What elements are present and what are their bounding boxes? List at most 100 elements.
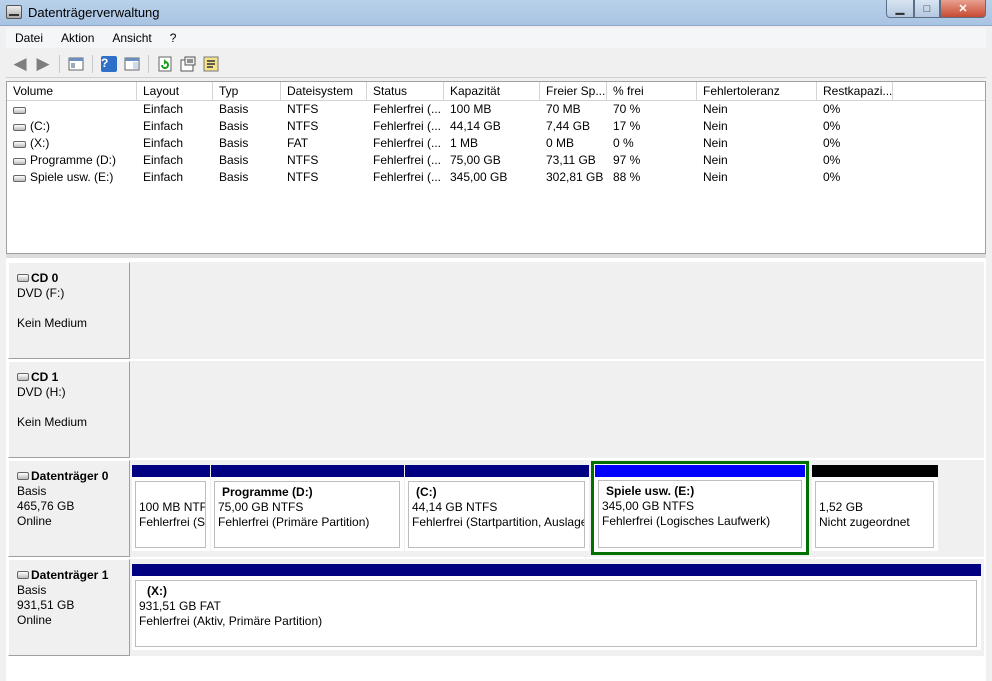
- partition-info: (C:) 44,14 GB NTFS Fehlerfrei (Startpart…: [408, 481, 585, 548]
- col-prozent-frei[interactable]: % frei: [607, 82, 697, 101]
- cell-prozent-frei: 17 %: [613, 119, 641, 133]
- disk-media-state: Kein Medium: [17, 415, 88, 429]
- col-dateisystem[interactable]: Dateisystem: [281, 82, 367, 101]
- partition-size: 931,51 GB FAT: [139, 599, 221, 613]
- volume-label: (X:): [30, 136, 50, 150]
- minimize-button[interactable]: ▁: [886, 0, 914, 18]
- partition-status: Fehlerfrei (Logisches Laufwerk): [602, 514, 771, 528]
- disk-label-cd0[interactable]: CD 0 DVD (F:) Kein Medium: [8, 262, 130, 359]
- disk-cd1[interactable]: CD 1 DVD (H:) Kein Medium: [8, 361, 984, 458]
- disk-name: Datenträger 0: [31, 469, 109, 483]
- menu-help[interactable]: ?: [161, 31, 186, 45]
- cell-volume: (C:): [7, 118, 137, 135]
- partition-name: [139, 485, 205, 500]
- cell-fehlertoleranz: Nein: [703, 102, 728, 116]
- partition-bar: [132, 465, 210, 477]
- partition-unallocated[interactable]: 1,52 GB Nicht zugeordnet: [812, 465, 938, 551]
- col-fehlertoleranz[interactable]: Fehlertoleranz: [697, 82, 817, 101]
- disk-name: CD 1: [31, 370, 59, 384]
- disk-graphical-view: CD 0 DVD (F:) Kein Medium CD 1 DVD (H:) …: [6, 258, 986, 681]
- cell-volume: Spiele usw. (E:): [7, 169, 137, 186]
- forward-arrow-icon[interactable]: ▶: [33, 54, 53, 74]
- col-status[interactable]: Status: [367, 82, 444, 101]
- disk-0[interactable]: Datenträger 0 Basis 465,76 GB Online 100…: [8, 460, 984, 557]
- cell-fehlertoleranz: Nein: [703, 153, 728, 167]
- partition-size: 75,00 GB NTFS: [218, 500, 304, 514]
- partition-bar: [405, 465, 589, 477]
- drive-icon: [13, 141, 26, 148]
- partition-status: Fehlerfrei (Primäre Partition): [218, 515, 370, 529]
- help-button[interactable]: ?: [99, 54, 119, 74]
- partition-x[interactable]: (X:) 931,51 GB FAT Fehlerfrei (Aktiv, Pr…: [132, 564, 981, 650]
- cell-layout: Einfach: [143, 136, 184, 150]
- cell-volume: (X:): [7, 135, 137, 152]
- maximize-button[interactable]: □: [914, 0, 940, 18]
- cell-status: Fehlerfrei (...: [373, 153, 442, 167]
- partition-status: Nicht zugeordnet: [819, 515, 910, 529]
- cell-prozent-frei: 0 %: [613, 136, 634, 150]
- table-row[interactable]: Einfach Basis NTFS Fehlerfrei (... 100 MB 70 …: [7, 101, 985, 118]
- disk-area-cd0: [131, 262, 984, 359]
- refresh-icon[interactable]: [155, 54, 175, 74]
- disk-size: 465,76 GB: [17, 499, 75, 513]
- cell-kapazitaet: 1 MB: [450, 136, 479, 150]
- cell-kapazitaet: 44,14 GB: [450, 119, 501, 133]
- partition-size: 1,52 GB: [819, 500, 864, 514]
- cell-layout: Einfach: [143, 119, 184, 133]
- menu-ansicht[interactable]: Ansicht: [103, 31, 160, 45]
- disk-state: Online: [17, 514, 52, 528]
- cell-status: Fehlerfrei (...: [373, 170, 442, 184]
- disk-cd0[interactable]: CD 0 DVD (F:) Kein Medium: [8, 262, 984, 359]
- cell-typ: Basis: [219, 170, 249, 184]
- partition-info: (X:) 931,51 GB FAT Fehlerfrei (Aktiv, Pr…: [135, 580, 977, 647]
- menu-datei[interactable]: Datei: [6, 31, 52, 45]
- cell-freier-speicher: 70 MB: [546, 102, 581, 116]
- menu-bar: Datei Aktion Ansicht ?: [6, 28, 986, 48]
- close-button[interactable]: ✕: [940, 0, 986, 18]
- disk-label-cd1[interactable]: CD 1 DVD (H:) Kein Medium: [8, 361, 130, 458]
- col-layout[interactable]: Layout: [137, 82, 213, 101]
- disk-1[interactable]: Datenträger 1 Basis 931,51 GB Online (X:…: [8, 559, 984, 656]
- table-row[interactable]: (X:) Einfach Basis FAT Fehlerfrei (... 1 MB 0 …: [7, 135, 985, 152]
- disk-drive-letter: DVD (F:): [17, 286, 65, 300]
- toolbar-separator: [148, 54, 149, 73]
- partition-status: Fehlerfrei (Aktiv, Primäre Partition): [139, 614, 323, 628]
- back-arrow-icon[interactable]: ◀: [10, 54, 30, 74]
- help-icon: ?: [101, 55, 117, 72]
- col-kapazitaet[interactable]: Kapazität: [444, 82, 540, 101]
- table-row[interactable]: (C:) Einfach Basis NTFS Fehlerfrei (... 44,14…: [7, 118, 985, 135]
- cell-status: Fehlerfrei (...: [373, 136, 442, 150]
- disk-area-1: (X:) 931,51 GB FAT Fehlerfrei (Aktiv, Pr…: [131, 559, 984, 656]
- disk-label-1[interactable]: Datenträger 1 Basis 931,51 GB Online: [8, 559, 130, 656]
- table-row[interactable]: Programme (D:) Einfach Basis NTFS Fehlerfrei…: [7, 152, 985, 169]
- properties-icon[interactable]: [178, 54, 198, 74]
- settings-icon[interactable]: [201, 54, 221, 74]
- console-tree-icon[interactable]: [66, 54, 86, 74]
- menu-aktion[interactable]: Aktion: [52, 31, 103, 45]
- col-freier-speicher[interactable]: Freier Sp...: [540, 82, 607, 101]
- cell-prozent-frei: 97 %: [613, 153, 641, 167]
- cell-freier-speicher: 0 MB: [546, 136, 575, 150]
- cell-dateisystem: NTFS: [287, 170, 319, 184]
- partition-system-reserved[interactable]: 100 MB NTFS Fehlerfrei (S: [132, 465, 210, 551]
- cell-status: Fehlerfrei (...: [373, 102, 442, 116]
- col-restkapazitaet[interactable]: Restkapazi...: [817, 82, 893, 101]
- cell-prozent-frei: 70 %: [613, 102, 641, 116]
- cell-fehlertoleranz: Nein: [703, 136, 728, 150]
- table-row[interactable]: Spiele usw. (E:) Einfach Basis NTFS Fehlerfr…: [7, 169, 985, 186]
- drive-icon: [13, 158, 26, 165]
- partition-c[interactable]: (C:) 44,14 GB NTFS Fehlerfrei (Startpart…: [405, 465, 589, 551]
- cell-restkapazitaet: 0%: [823, 170, 841, 184]
- col-volume[interactable]: Volume: [7, 82, 137, 101]
- partition-name: [819, 485, 933, 500]
- cell-freier-speicher: 7,44 GB: [546, 119, 591, 133]
- title-bar[interactable]: Datenträgerverwaltung ▁ □ ✕: [0, 0, 992, 26]
- disk-size: 931,51 GB: [17, 598, 75, 612]
- cell-typ: Basis: [219, 119, 249, 133]
- volume-rows: Einfach Basis NTFS Fehlerfrei (... 100 MB 70 …: [7, 101, 985, 186]
- col-typ[interactable]: Typ: [213, 82, 281, 101]
- partition-programme-d[interactable]: Programme (D:) 75,00 GB NTFS Fehlerfrei …: [211, 465, 404, 551]
- properties-pane-icon[interactable]: [122, 54, 142, 74]
- partition-spiele-e-selected[interactable]: Spiele usw. (E:) 345,00 GB NTFS Fehlerfr…: [591, 461, 809, 555]
- disk-label-0[interactable]: Datenträger 0 Basis 465,76 GB Online: [8, 460, 130, 557]
